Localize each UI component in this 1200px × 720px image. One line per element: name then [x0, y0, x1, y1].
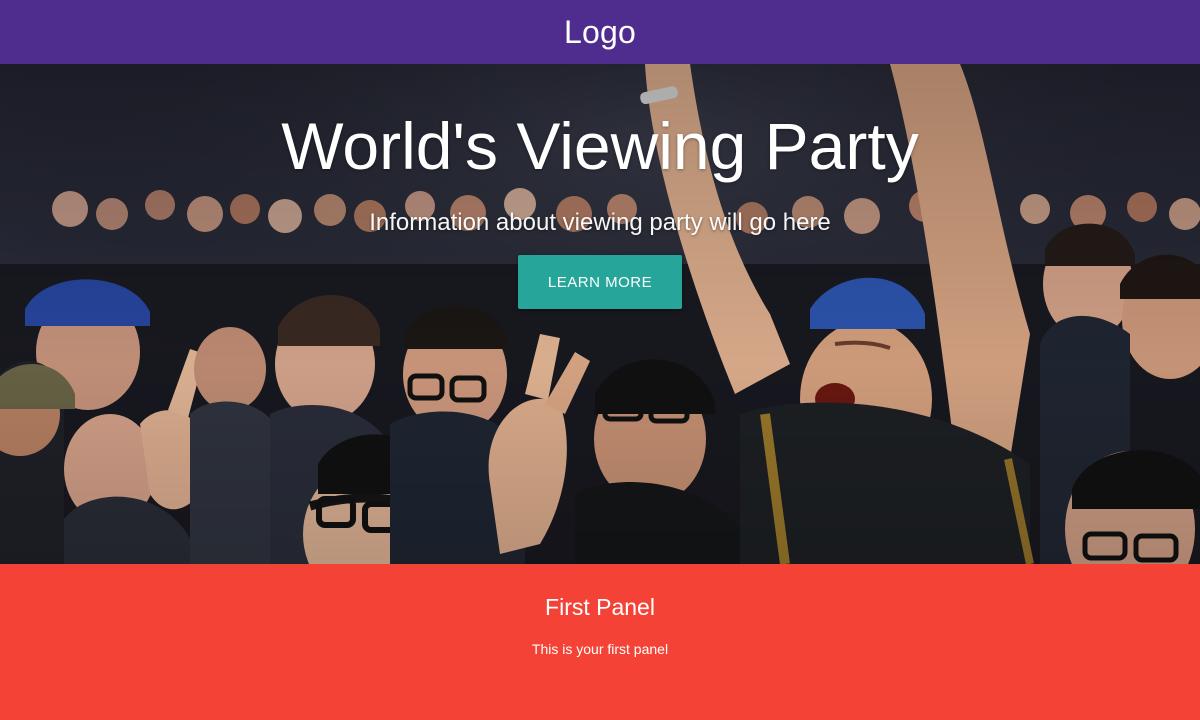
panel-title: First Panel — [545, 594, 655, 620]
first-panel: First Panel This is your first panel — [0, 564, 1200, 720]
hero-title: World's Viewing Party — [281, 109, 919, 183]
hero-section: World's Viewing Party Information about … — [0, 64, 1200, 564]
hero-content: World's Viewing Party Information about … — [0, 64, 1200, 309]
top-navbar: Logo — [0, 0, 1200, 64]
panel-text: This is your first panel — [531, 641, 669, 657]
hero-subtitle: Information about viewing party will go … — [369, 209, 831, 236]
learn-more-button[interactable]: LEARN MORE — [518, 255, 682, 309]
brand-logo[interactable]: Logo — [564, 0, 636, 64]
